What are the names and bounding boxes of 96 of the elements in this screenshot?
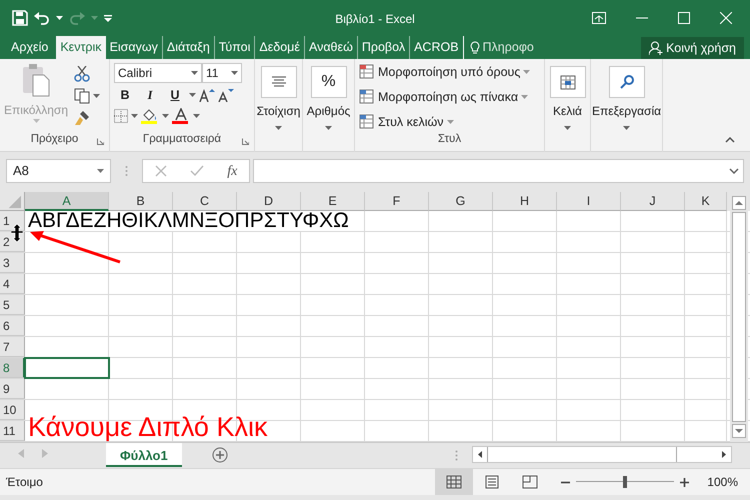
- row-header[interactable]: 5: [0, 295, 25, 315]
- lightbulb-icon[interactable]: [470, 40, 480, 54]
- caret-icon[interactable]: [231, 71, 238, 75]
- tell-me-button[interactable]: Πληροφο: [482, 38, 534, 57]
- normal-view-icon: [446, 475, 462, 489]
- row-header[interactable]: 11: [0, 421, 25, 441]
- caret-icon[interactable]: [191, 71, 198, 75]
- expand-icon[interactable]: [729, 168, 739, 174]
- selected-cell[interactable]: [25, 358, 109, 378]
- ribbon-tab[interactable]: Αρχείο: [3, 36, 56, 59]
- caret-icon[interactable]: [446, 120, 454, 124]
- maximize-icon[interactable]: [678, 12, 690, 24]
- alignment-button[interactable]: Στοίχιση: [259, 63, 298, 130]
- cell-text: ΑΒΓΔΕΖΗΘΙΚΛΜΝΞΟΠΡΣΤΥΦΧΩ: [25, 211, 349, 231]
- close-icon[interactable]: [720, 12, 732, 24]
- row-header[interactable]: 1: [0, 211, 25, 231]
- caret-icon[interactable]: [564, 126, 571, 130]
- group-label: Γραμματοσειρά: [142, 132, 222, 147]
- font-field[interactable]: Calibri: [114, 63, 202, 83]
- format-painter-icon[interactable]: [74, 110, 90, 126]
- caret-icon[interactable]: [275, 126, 282, 130]
- zoom-in-icon[interactable]: [680, 478, 690, 486]
- save-icon[interactable]: [12, 10, 28, 26]
- row-header[interactable]: 3: [0, 253, 25, 273]
- row-header[interactable]: 7: [0, 337, 25, 357]
- scroll-up-icon[interactable]: [732, 196, 746, 210]
- dialog-launcher-icon[interactable]: [242, 138, 249, 145]
- cell-style-icon: [359, 114, 375, 130]
- scrollbar-thumb[interactable]: [487, 447, 677, 462]
- number-button[interactable]: % Αριθμός: [307, 63, 350, 130]
- insert-function-button[interactable]: fx: [227, 160, 238, 182]
- view-button[interactable]: [435, 469, 474, 495]
- fill-color-icon[interactable]: [141, 108, 159, 124]
- ribbon-tab[interactable]: Εισαγωγ: [106, 36, 162, 59]
- align-icon: [270, 76, 286, 88]
- redo-icon: [69, 11, 85, 25]
- zoom-level[interactable]: 100%: [707, 473, 738, 491]
- underline-button[interactable]: U: [164, 86, 186, 105]
- scroll-down-icon[interactable]: [732, 424, 746, 438]
- slider-thumb[interactable]: [623, 476, 628, 488]
- style-menu-button[interactable]: Μορφοποίηση ως πίνακα: [359, 88, 540, 106]
- search-icon: [618, 74, 634, 90]
- formula-field[interactable]: [253, 159, 744, 183]
- row-header[interactable]: 6: [0, 316, 25, 336]
- conditional-format-icon: [359, 64, 375, 80]
- caret-icon[interactable]: [623, 126, 630, 130]
- undo-icon[interactable]: [34, 11, 50, 25]
- page-layout-view-icon: [484, 475, 500, 489]
- group-label: Στυλ: [438, 132, 462, 147]
- dialog-launcher-icon[interactable]: [97, 138, 104, 145]
- grow-font-icon[interactable]: [199, 88, 215, 102]
- caret-icon[interactable]: [93, 94, 100, 98]
- caret-icon[interactable]: [523, 70, 530, 74]
- bold-button[interactable]: B: [114, 86, 136, 105]
- caret-icon[interactable]: [193, 114, 200, 118]
- caret-icon[interactable]: [131, 114, 138, 118]
- shrink-font-icon[interactable]: [218, 88, 234, 102]
- scissors-icon[interactable]: [74, 66, 90, 82]
- cells-icon: [560, 74, 576, 90]
- page-break-view-icon: [522, 475, 538, 489]
- caret-icon[interactable]: [325, 126, 332, 130]
- scrollbar-thumb[interactable]: [732, 212, 746, 422]
- share-button[interactable]: Κοινή χρήση: [641, 37, 744, 59]
- style-menu-button[interactable]: Μορφοποίηση υπό όρους: [359, 63, 540, 82]
- ribbon-tab[interactable]: Κεντρικ: [56, 36, 106, 59]
- font-color-icon[interactable]: [172, 108, 190, 124]
- collapse-ribbon-icon[interactable]: [725, 137, 735, 143]
- borders-icon[interactable]: [114, 108, 128, 123]
- clipboard-icon: [21, 63, 51, 97]
- row-header[interactable]: 8: [0, 358, 25, 378]
- cells-button[interactable]: Κελιά: [549, 63, 586, 130]
- sheet-tab[interactable]: Φύλλο1: [106, 443, 182, 467]
- customize-icon[interactable]: [104, 14, 112, 22]
- window-title: Βιβλίο1 - Excel: [335, 11, 415, 28]
- person-add-icon: [649, 41, 664, 55]
- column-header[interactable]: A: [25, 192, 109, 211]
- group-label: Πρόχειρο: [30, 132, 78, 147]
- row-header[interactable]: 9: [0, 379, 25, 399]
- row-header[interactable]: 10: [0, 400, 25, 420]
- italic-button[interactable]: I: [139, 86, 161, 105]
- caret-icon[interactable]: [162, 114, 169, 118]
- caret-icon[interactable]: [189, 93, 196, 98]
- zoom-slider[interactable]: [576, 475, 674, 489]
- caret-icon[interactable]: [56, 16, 63, 20]
- name-box[interactable]: A8: [6, 159, 111, 183]
- add-sheet-icon[interactable]: [212, 447, 228, 463]
- style-menu-button[interactable]: Στυλ κελιών: [359, 112, 540, 132]
- table-format-icon: [359, 89, 375, 106]
- copy-icon[interactable]: [74, 88, 90, 104]
- caret-icon[interactable]: [97, 169, 104, 173]
- row-header[interactable]: 4: [0, 274, 25, 294]
- ribbon-display-icon[interactable]: [592, 12, 606, 24]
- cell-text: Κάνουμε Διπλό Κλικ: [27, 415, 268, 439]
- font-size-field[interactable]: 11: [202, 63, 242, 83]
- caret-icon[interactable]: [521, 95, 528, 100]
- status-text: Έτοιμο: [5, 474, 43, 491]
